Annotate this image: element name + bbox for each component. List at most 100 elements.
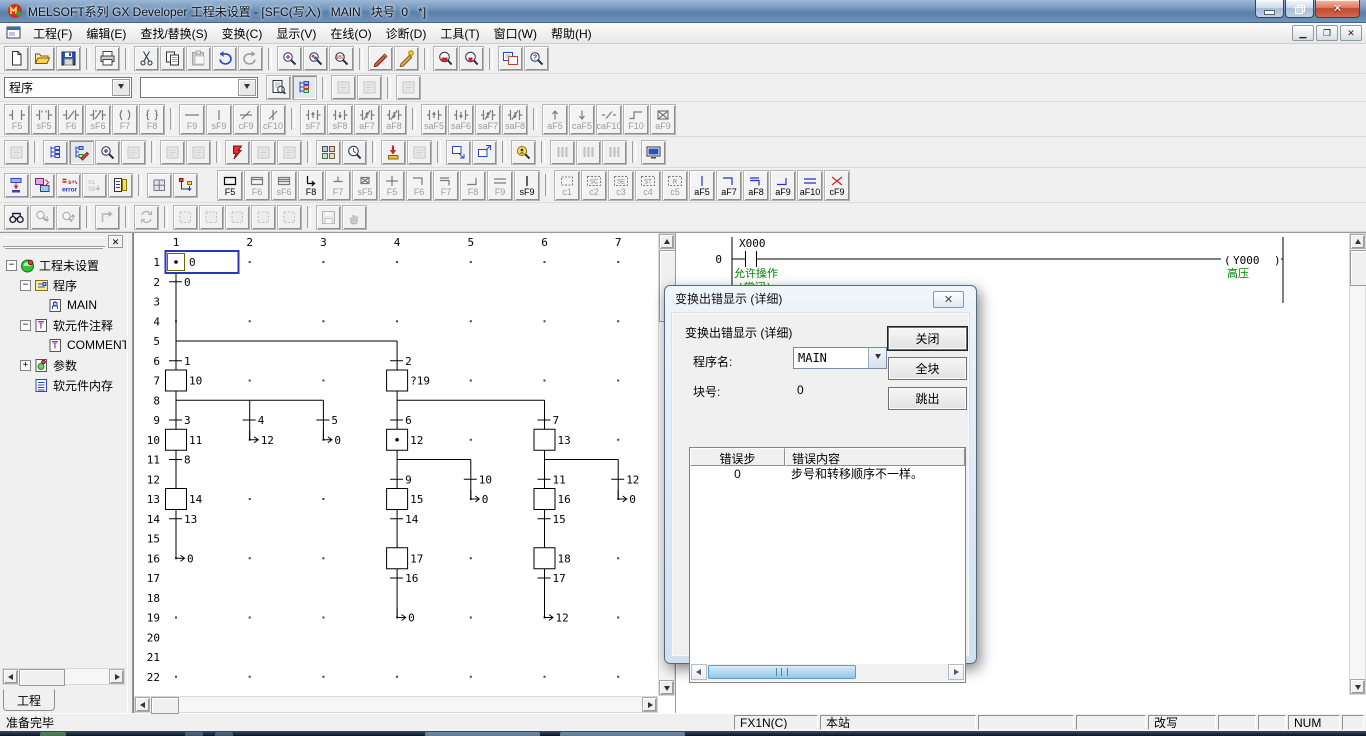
sidebar-hscrollbar[interactable] (2, 668, 125, 685)
scroll-thumb[interactable] (1350, 250, 1366, 286)
io-grid-button[interactable] (316, 140, 341, 165)
copy-button[interactable] (160, 46, 185, 71)
chevron-down-icon[interactable] (868, 348, 886, 368)
error-list[interactable]: 错误步 错误内容 0步号和转移顺序不一样。 (689, 447, 966, 683)
tree-item[interactable]: MAIN (2, 295, 126, 315)
scroll-down-icon[interactable] (659, 680, 674, 695)
tree-item[interactable]: −工程未设置 (2, 255, 126, 275)
tree-expander-icon[interactable]: − (20, 280, 31, 291)
menu-convert[interactable]: 变换(C) (215, 24, 270, 44)
scroll-thumb[interactable] (708, 665, 856, 679)
zoom-in-button[interactable] (433, 46, 458, 71)
undo-button[interactable] (212, 46, 237, 71)
open-project-button[interactable] (30, 46, 55, 71)
print-button[interactable] (95, 46, 120, 71)
menu-tools[interactable]: 工具(T) (433, 24, 486, 44)
scroll-down-icon[interactable] (1350, 679, 1365, 694)
menu-window[interactable]: 窗口(W) (487, 24, 544, 44)
tree-item[interactable]: 软元件内存 (2, 375, 126, 395)
sfc-key-F8-button[interactable]: F8 (298, 170, 324, 201)
tree-item[interactable]: −程序 (2, 275, 126, 295)
project-list-tree-button[interactable] (43, 140, 68, 165)
display-program-button[interactable] (266, 75, 291, 100)
scroll-up-icon[interactable] (659, 234, 674, 249)
sfc-key-aF8-button[interactable]: aF8 (743, 170, 769, 201)
scroll-left-icon[interactable] (135, 697, 150, 712)
entry-monitor-clock-button[interactable] (342, 140, 367, 165)
scroll-left-icon[interactable] (3, 669, 18, 684)
sfc-key-aF5-button[interactable]: aF5 (689, 170, 715, 201)
menu-find-replace[interactable]: 查找/替换(S) (133, 24, 214, 44)
scroll-thumb[interactable] (151, 697, 179, 714)
sfc-key-aF7-button[interactable]: aF7 (716, 170, 742, 201)
menu-help[interactable]: 帮助(H) (544, 24, 599, 44)
sfc-editor-canvas[interactable]: 1234567123456789101112131415161718192021… (134, 233, 657, 695)
block-grid-button[interactable] (147, 173, 172, 198)
data-kind-combo[interactable]: 程序 (4, 77, 132, 98)
menu-edit[interactable]: 编辑(E) (79, 24, 133, 44)
panel-drag-handle[interactable] (3, 237, 105, 247)
mdi-close-button[interactable]: ✕ (1340, 25, 1362, 41)
scroll-right-icon[interactable] (642, 697, 657, 712)
sfc-key-cF9-button[interactable]: cF9 (824, 170, 850, 201)
find-instruction-button[interactable] (303, 46, 328, 71)
block-list-yellow-button[interactable] (108, 173, 133, 198)
tree-item[interactable]: TCOMMENT (2, 335, 126, 355)
sfc-key-aF9-button[interactable]: aF9 (770, 170, 796, 201)
menu-project[interactable]: 工程(F) (26, 24, 79, 44)
save-project-button[interactable] (56, 46, 81, 71)
open-window-2-button[interactable] (472, 140, 497, 165)
restore-button[interactable] (1285, 0, 1314, 18)
transfer-program-button[interactable] (381, 140, 406, 165)
error-row[interactable]: 0步号和转移顺序不一样。 (690, 466, 965, 482)
find-yellow-button[interactable] (511, 140, 536, 165)
find-replace-device-button[interactable]: ABC (329, 46, 354, 71)
menu-view[interactable]: 显示(V) (269, 24, 323, 44)
tree-expander-icon[interactable]: − (6, 260, 17, 271)
find-device-button[interactable] (277, 46, 302, 71)
error-list-hscrollbar[interactable] (691, 664, 964, 681)
error-content-header[interactable]: 错误内容 (785, 448, 965, 466)
block-tree-down-button[interactable] (173, 173, 198, 198)
all-blocks-button[interactable]: 全块 (888, 357, 967, 380)
sfc-zoom-block-button[interactable] (69, 140, 94, 165)
cut-button[interactable] (134, 46, 159, 71)
find-device-2-button[interactable] (95, 140, 120, 165)
project-tab[interactable]: 工程 (3, 689, 55, 711)
menu-online[interactable]: 在线(O) (323, 24, 378, 44)
write-to-plc-red-button[interactable] (225, 140, 250, 165)
new-project-button[interactable] (4, 46, 29, 71)
exit-button[interactable]: 跳出 (888, 387, 967, 410)
chevron-down-icon[interactable] (238, 79, 256, 96)
conversion-error-display-button[interactable]: s+verror (56, 173, 81, 198)
sfc-key-aF10-button[interactable]: aF10 (797, 170, 823, 201)
dialog-close-icon[interactable]: ✕ (933, 291, 964, 308)
mdi-restore-button[interactable]: ❐ (1316, 25, 1338, 41)
ladder-vscrollbar[interactable] (1349, 233, 1366, 695)
write-mode-pencil-button[interactable] (368, 46, 393, 71)
program-name-combo[interactable]: MAIN (793, 347, 887, 369)
monitor-window-blue-button[interactable] (641, 140, 666, 165)
chevron-down-icon[interactable] (112, 79, 130, 96)
close-dialog-button[interactable]: 关闭 (888, 327, 967, 350)
sfc-key-F5-button[interactable]: F5 (217, 170, 243, 201)
menu-diagnostics[interactable]: 诊断(D) (379, 24, 434, 44)
panel-close-icon[interactable]: ✕ (108, 235, 123, 248)
minimize-button[interactable] (1255, 0, 1284, 18)
error-step-header[interactable]: 错误步 (690, 448, 785, 466)
help-find-button[interactable]: ? (524, 46, 549, 71)
monitor-write-mode-button[interactable] (394, 46, 419, 71)
mdi-minimize-button[interactable]: ▁ (1292, 25, 1314, 41)
sfc-key-sF9-button[interactable]: sF9 (514, 170, 540, 201)
zoom-out-button[interactable] (459, 46, 484, 71)
scroll-up-icon[interactable] (1350, 234, 1365, 249)
scroll-right-icon[interactable] (109, 669, 124, 684)
tree-expander-icon[interactable]: − (20, 320, 31, 331)
block-convert-button[interactable] (4, 173, 29, 198)
sfc-hscrollbar[interactable] (134, 696, 658, 713)
tree-item[interactable]: +参数 (2, 355, 126, 375)
tree-expander-icon[interactable]: + (20, 360, 31, 371)
data-name-combo[interactable] (140, 77, 258, 98)
scroll-left-icon[interactable] (691, 664, 707, 680)
scroll-thumb[interactable] (19, 669, 65, 686)
